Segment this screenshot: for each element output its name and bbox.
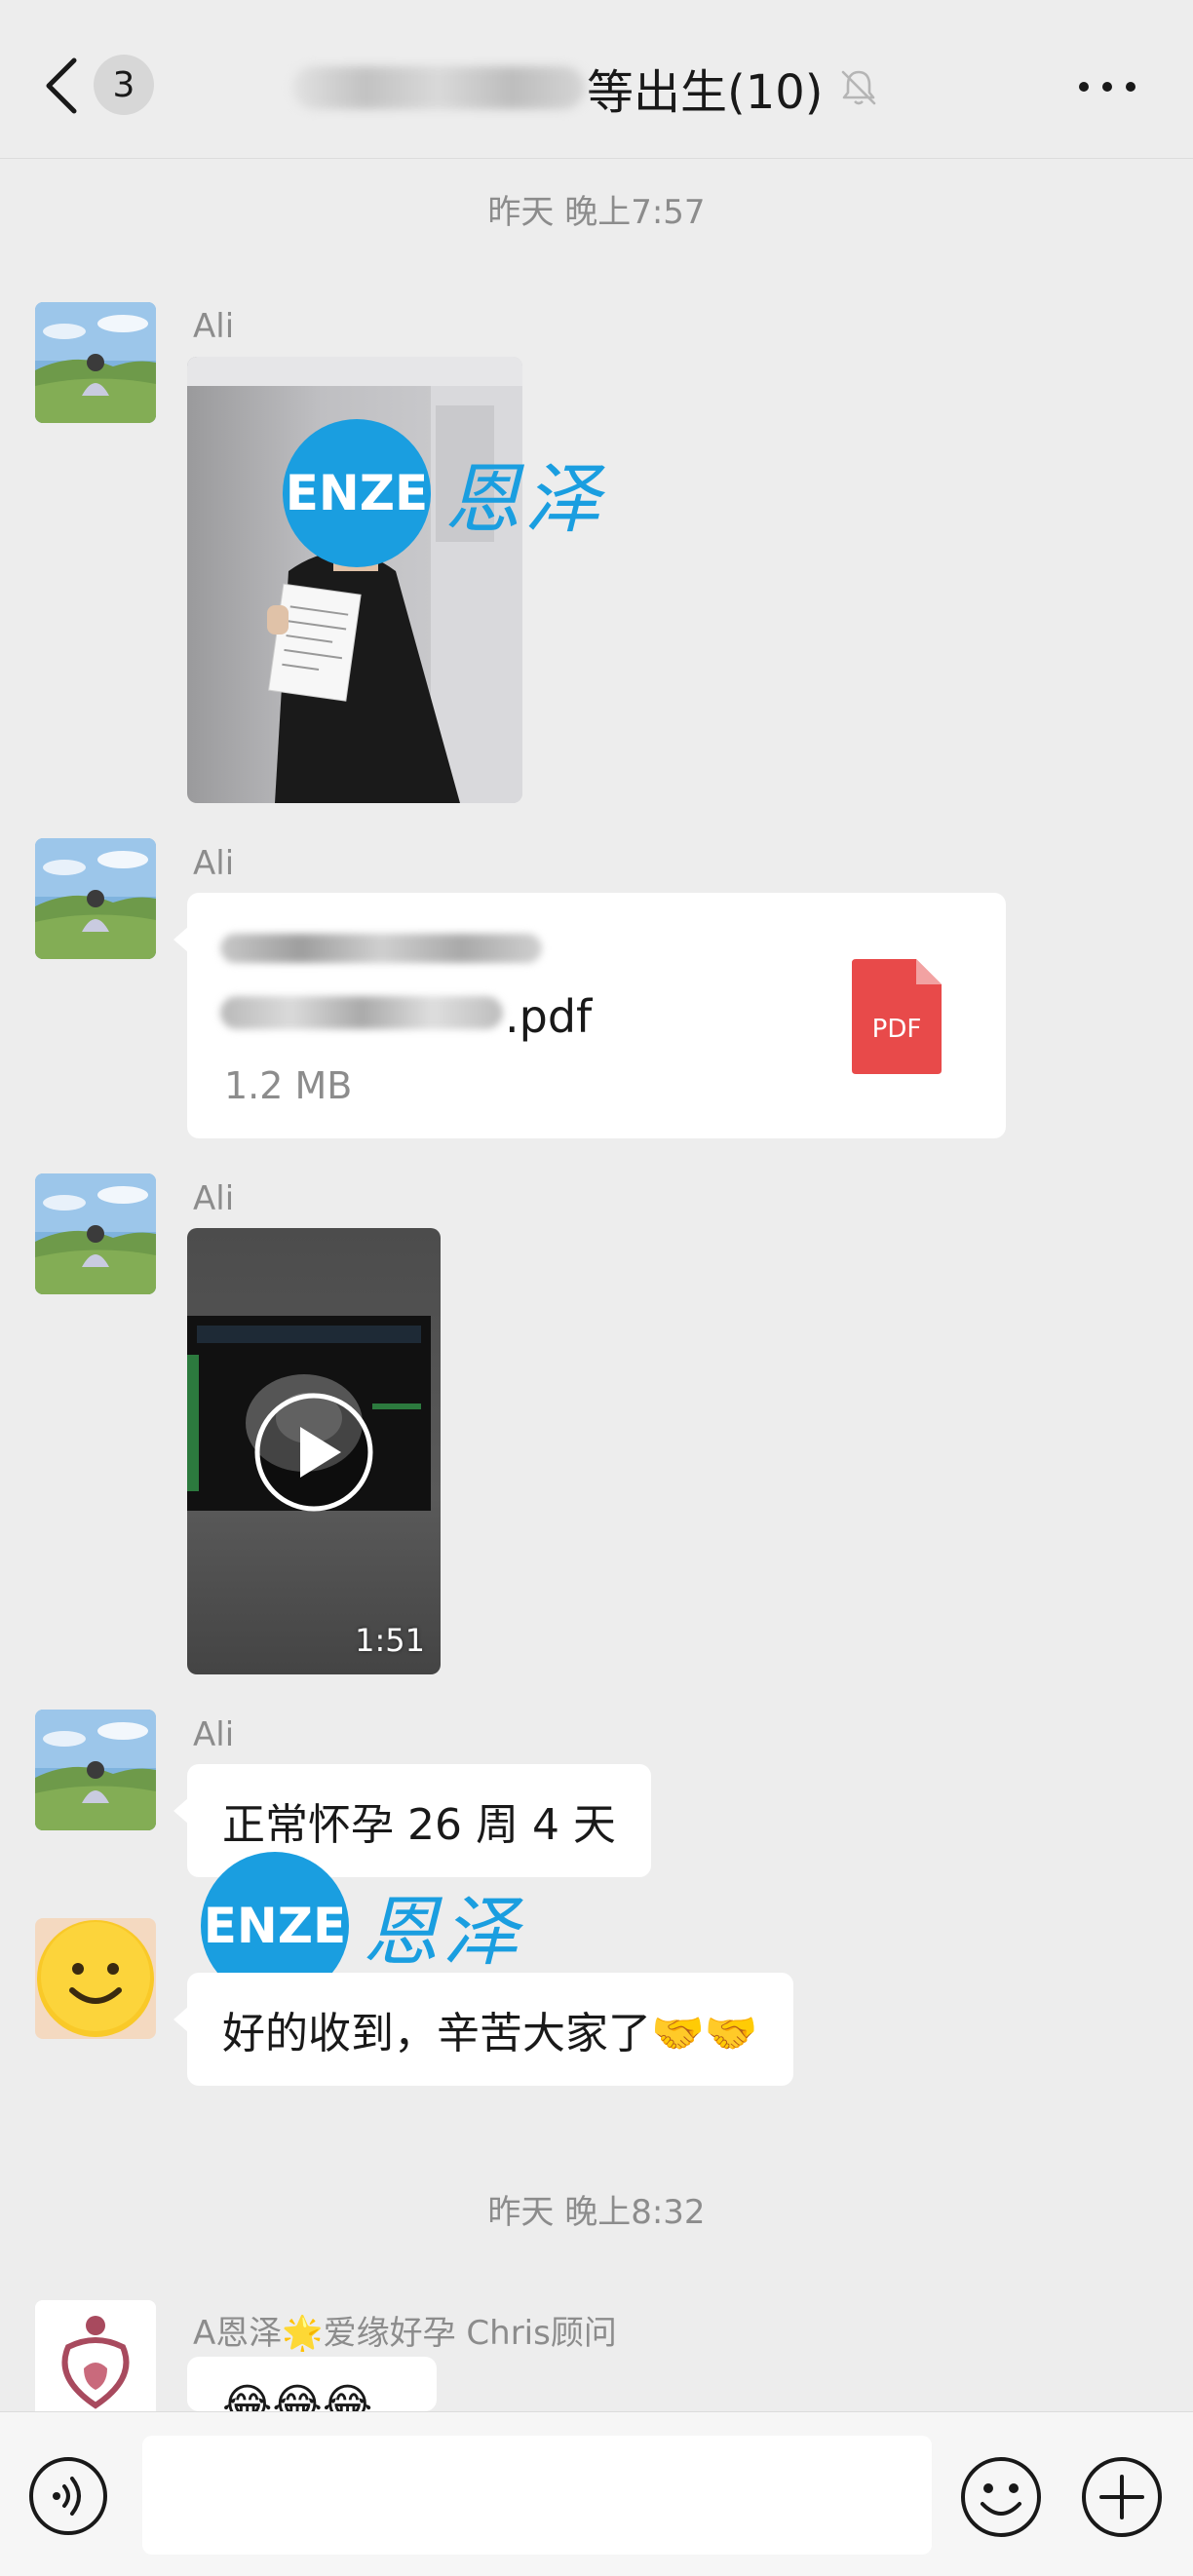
text-message[interactable]: 好的收到，辛苦大家了🤝🤝 xyxy=(173,1973,793,2086)
play-icon[interactable] xyxy=(251,1390,376,1515)
sender-name: Ali xyxy=(193,307,235,346)
redacted-file-name xyxy=(220,996,503,1029)
avatar[interactable] xyxy=(35,838,156,959)
watermark-brand: 恩泽 xyxy=(444,456,605,544)
video-duration: 1:51 xyxy=(355,1622,425,1659)
enze-watermark: ENZE 恩泽 xyxy=(283,419,604,567)
pdf-icon-label: PDF xyxy=(872,1015,922,1044)
brand-logo-avatar xyxy=(35,2300,156,2421)
avatar-landscape-image xyxy=(35,1173,156,1294)
video-message[interactable]: 1:51 xyxy=(187,1228,441,1674)
unread-count-badge[interactable]: 3 xyxy=(94,55,154,115)
emoji-icon[interactable] xyxy=(959,2455,1043,2539)
watermark-brand: 恩泽 xyxy=(363,1889,523,1977)
avatar-landscape-image xyxy=(35,1710,156,1830)
sender-name: Ali xyxy=(193,844,235,883)
message-text: 好的收到，辛苦大家了🤝🤝 xyxy=(222,2009,758,2058)
message-text: 正常怀孕 26 周 4 天 xyxy=(222,1800,616,1850)
watermark-logo: ENZE xyxy=(283,419,431,567)
plus-icon[interactable] xyxy=(1080,2455,1164,2539)
file-size: 1.2 MB xyxy=(224,1064,353,1107)
text-message[interactable]: 😂😂😂 xyxy=(187,2357,437,2411)
smiley-face-avatar xyxy=(35,1918,156,2039)
redacted-file-title xyxy=(220,934,542,963)
message-timestamp: 昨天 晚上7:57 xyxy=(487,193,706,232)
chat-header: 3 等出生(10) xyxy=(0,0,1193,159)
avatar-landscape-image xyxy=(35,838,156,959)
message-input[interactable] xyxy=(142,2436,932,2555)
avatar[interactable] xyxy=(35,2300,156,2421)
avatar[interactable] xyxy=(35,1918,156,2039)
avatar[interactable] xyxy=(35,1710,156,1830)
sender-name: Ali xyxy=(193,1715,235,1754)
avatar[interactable] xyxy=(35,302,156,423)
chevron-left-icon[interactable] xyxy=(43,57,82,115)
chat-title-text: 等出生(10) xyxy=(587,65,824,120)
chat-title[interactable]: 等出生(10) xyxy=(292,49,906,127)
message-timestamp: 昨天 晚上8:32 xyxy=(487,2193,706,2232)
sender-name: A恩泽🌟爱缘好孕 Chris顾问 xyxy=(193,2314,617,2353)
more-icon[interactable] xyxy=(1076,70,1138,103)
pdf-file-icon: PDF xyxy=(852,959,942,1074)
file-message[interactable]: .pdf 1.2 MB PDF xyxy=(173,893,1006,1138)
file-extension: .pdf xyxy=(505,990,593,1043)
voice-icon[interactable] xyxy=(27,2455,109,2537)
avatar-landscape-image xyxy=(35,302,156,423)
message-text: 😂😂😂 xyxy=(222,2380,373,2411)
input-bar xyxy=(0,2411,1193,2576)
redacted-title-part xyxy=(292,66,585,109)
avatar[interactable] xyxy=(35,1173,156,1294)
sender-name: Ali xyxy=(193,1179,235,1218)
bell-muted-icon xyxy=(841,70,875,105)
